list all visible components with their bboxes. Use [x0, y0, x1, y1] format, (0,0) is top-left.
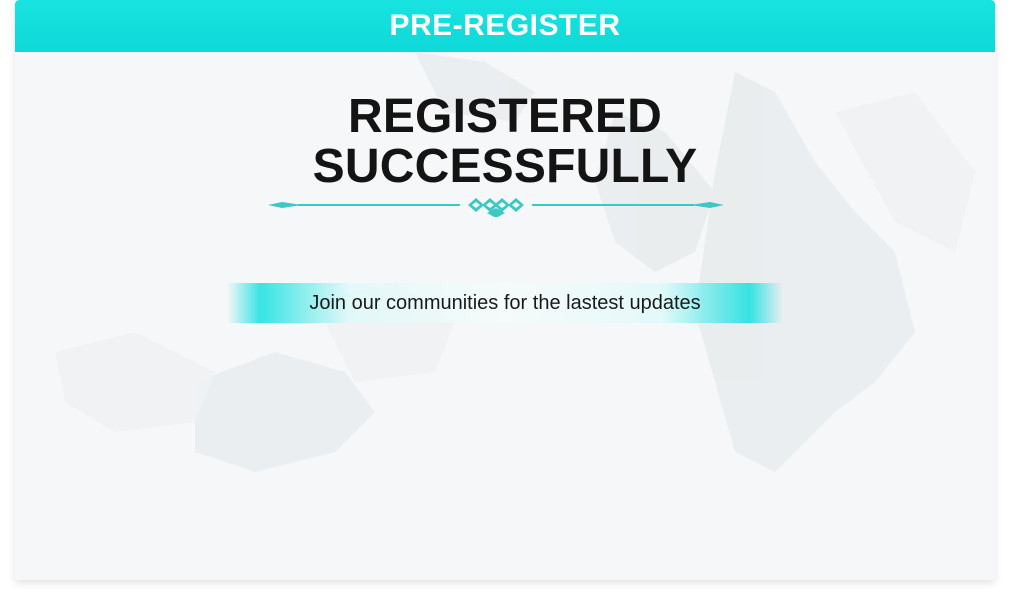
success-title: REGISTERED SUCCESSFULLY: [15, 92, 995, 192]
title-line-2: SUCCESSFULLY: [312, 140, 698, 193]
community-message-banner: Join our communities for the lastest upd…: [227, 283, 783, 323]
header-title: PRE-REGISTER: [389, 9, 621, 42]
community-message: Join our communities for the lastest upd…: [309, 291, 701, 314]
modal-header: PRE-REGISTER: [15, 0, 995, 52]
decorative-divider-icon: [268, 198, 724, 217]
title-line-1: REGISTERED: [347, 90, 663, 143]
modal-body: REGISTERED SUCCESSFULLY Join our communi…: [15, 52, 995, 580]
pre-register-modal: PRE-REGISTER REGISTERED SUCCESSFULLY Joi…: [15, 0, 995, 580]
